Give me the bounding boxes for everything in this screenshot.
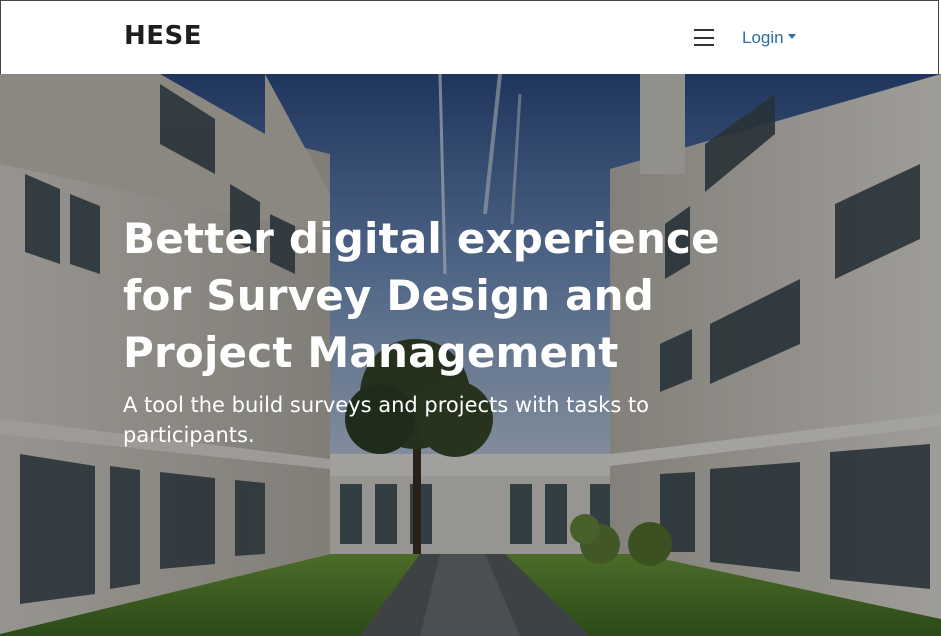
login-label: Login — [742, 28, 784, 47]
top-navbar: HESE Login — [0, 0, 939, 74]
login-dropdown[interactable]: Login — [742, 28, 796, 48]
hero-subheadline: A tool the build surveys and projects wi… — [123, 393, 650, 447]
brand-logo[interactable]: HESE — [124, 21, 202, 51]
hero-section: Better digital experience for Survey Des… — [0, 74, 941, 636]
hamburger-menu-icon[interactable] — [694, 29, 714, 46]
hero-headline: Better digital experience for Survey Des… — [123, 214, 720, 377]
caret-down-icon — [787, 34, 796, 40]
